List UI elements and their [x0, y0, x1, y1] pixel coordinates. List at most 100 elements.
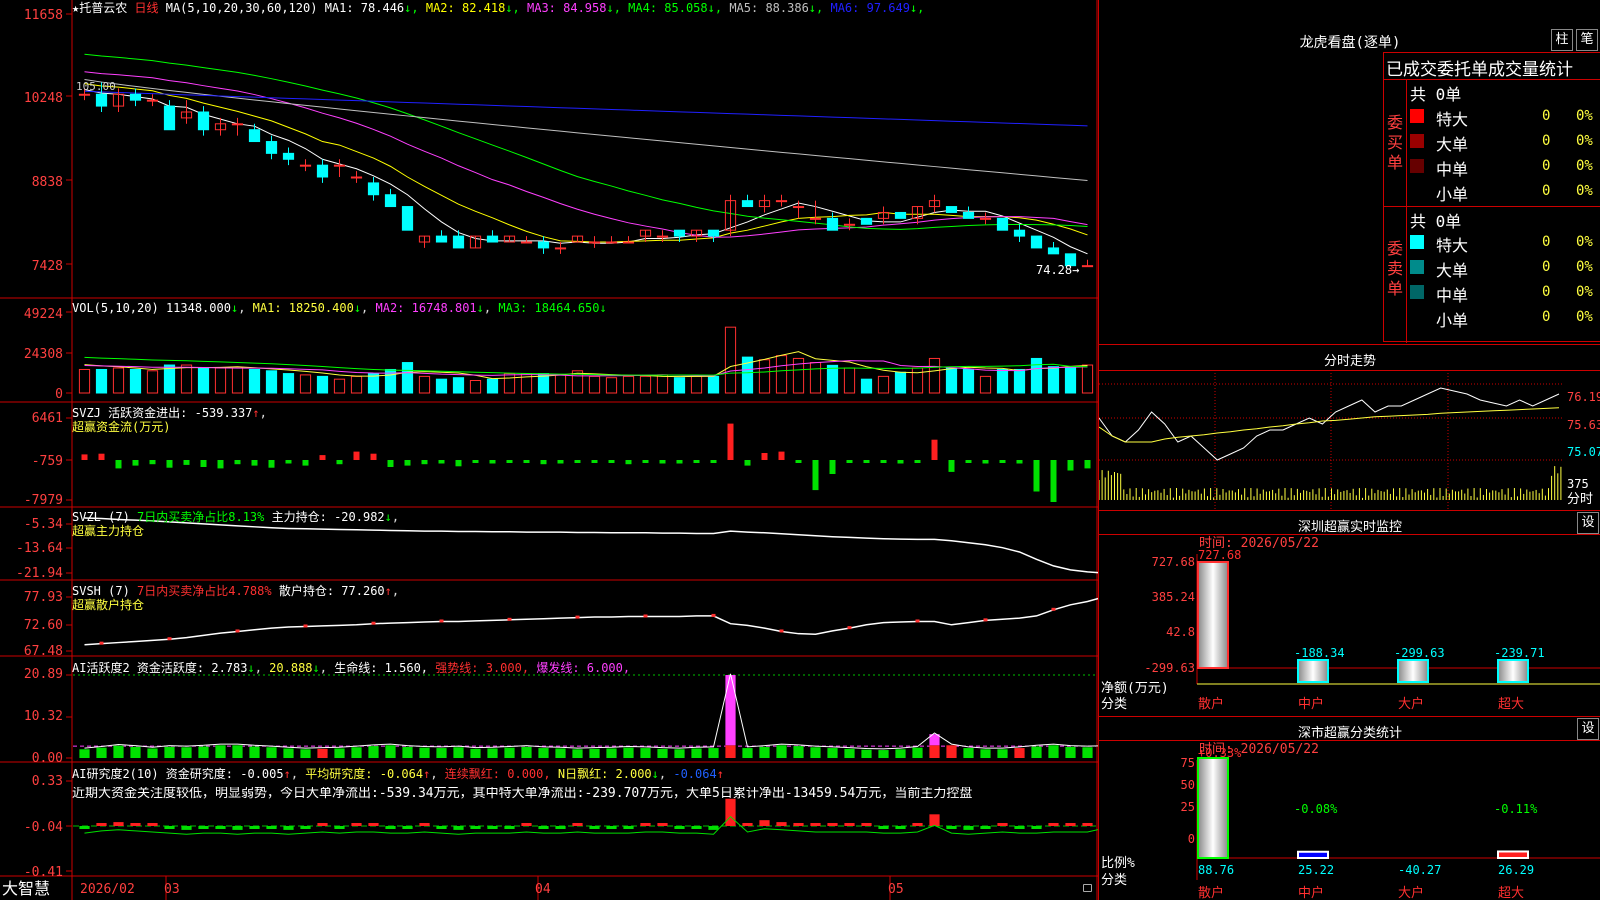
volume-bar [231, 367, 244, 394]
classify-ylabel: 比例% [1101, 856, 1135, 871]
ai1-bar [980, 749, 991, 758]
lock-icon[interactable] [1083, 884, 1092, 892]
svzj-bar [472, 460, 479, 463]
svzl-axis-2: -13.64 [16, 541, 63, 556]
svzj-bar [421, 460, 428, 465]
volume-bar [622, 375, 635, 394]
svzj-bar [744, 460, 751, 466]
tick-view-button[interactable]: 笔 [1576, 29, 1598, 51]
order-type: 小单 [1436, 311, 1469, 330]
ai1-bar [657, 748, 668, 758]
classify-category: 大户 [1398, 885, 1424, 900]
ai1-bar [878, 750, 889, 758]
ai1-bar [96, 747, 107, 758]
bar-view-button[interactable]: 柱 [1551, 29, 1573, 51]
volume-bar [1081, 364, 1094, 394]
classify-bar [1497, 850, 1529, 860]
ai1-header: AI活跃度2 资金活跃度: 2.783↓, 20.888↓, 生命线: 1.56… [72, 661, 631, 675]
order-percent: 0% [1576, 309, 1593, 325]
monitor-xlabel: 分类 [1101, 697, 1128, 712]
ai1-axis-3: 0.00 [31, 751, 63, 766]
candle [792, 206, 805, 209]
ai1-bar [266, 747, 277, 758]
ai2-bar [198, 826, 209, 829]
ai1-bar [419, 747, 430, 758]
color-swatch [1410, 159, 1424, 173]
ai2-bar [963, 826, 974, 830]
brand-label: 大智慧 [2, 879, 51, 898]
ai2-bar [79, 826, 90, 829]
intraday-chart[interactable] [1099, 370, 1564, 510]
svsh-subtitle: 超赢散户持仓 [72, 598, 145, 612]
ai2-bar [810, 823, 821, 826]
candle [129, 93, 142, 101]
vol-header: VOL(5,10,20) 11348.000↓, MA1: 18250.400↓… [72, 301, 607, 315]
svsh-marker [439, 619, 444, 623]
classify-axis-label: 0 [1188, 832, 1195, 846]
monitor-axis-label: 727.68 [1152, 555, 1195, 569]
ai1-bar [283, 748, 294, 758]
ai2-bar [997, 823, 1008, 826]
classify-settings-button[interactable]: 设 [1577, 718, 1599, 740]
ai1-bar [521, 746, 532, 758]
order-row: 特大 0 0% [1408, 231, 1600, 255]
volume-bar [1030, 357, 1043, 394]
main-chart-svg[interactable] [0, 0, 1098, 900]
monitor-value-label: -299.63 [1394, 646, 1445, 660]
ai2-bar [555, 826, 566, 829]
sell-total: 共 0单 [1410, 212, 1462, 231]
monitor-bar [1397, 659, 1429, 683]
ai2-header: AI研究度2(10) 资金研究度: -0.005↑, 平均研究度: -0.064… [72, 767, 724, 781]
volume-bar [724, 326, 737, 394]
ai2-bar [453, 826, 464, 830]
volume-bar [911, 367, 924, 394]
order-row: 中单 0 0% [1408, 281, 1600, 305]
candle [605, 241, 618, 244]
order-row: 小单 0 0% [1408, 306, 1600, 330]
svzj-bar [217, 460, 224, 469]
ai2-axis-1: 0.33 [31, 774, 63, 789]
svzj-bar [608, 460, 615, 463]
candle [554, 247, 567, 250]
svzj-bar [149, 460, 156, 465]
svzl-axis-3: -21.94 [16, 566, 63, 581]
candle [486, 235, 499, 243]
candle [78, 93, 91, 96]
ai1-bar [113, 745, 124, 758]
ai2-axis-2: -0.04 [23, 820, 63, 835]
stock-name: 托普云农 [79, 1, 128, 15]
svsh-axis-3: 67.48 [23, 644, 63, 659]
svzj-bar [931, 439, 938, 460]
ai2-bar [657, 823, 668, 826]
monitor-settings-button[interactable]: 设 [1577, 512, 1599, 534]
ai2-bar [776, 822, 787, 826]
volume-bar [639, 375, 652, 394]
monitor-axis-label: -299.63 [1144, 661, 1195, 675]
ai1-bar [776, 745, 787, 758]
candle [673, 229, 686, 237]
volume-bar [503, 373, 516, 394]
monitor-value-label: 727.68 [1198, 548, 1241, 562]
ai1-bar [79, 749, 90, 758]
ma-line-4 [84, 53, 1088, 230]
monitor-category: 大户 [1398, 696, 1424, 712]
ai1-bar [759, 746, 770, 758]
ai1-bar [1014, 748, 1025, 758]
ai1-bar [810, 747, 821, 758]
order-count: 0 [1542, 158, 1551, 174]
ai2-bar [147, 823, 158, 826]
ai2-bar [283, 826, 294, 830]
classify-top-label: +0.33% [1198, 746, 1242, 760]
svzj-bar [506, 460, 513, 463]
classify-bar [1297, 850, 1329, 859]
volume-bar [333, 378, 346, 394]
period-label[interactable]: 日线 [134, 1, 158, 15]
order-row: 小单 0 0% [1408, 180, 1600, 204]
order-percent: 0% [1576, 284, 1593, 300]
ai2-bar [946, 826, 957, 829]
ai1-bar [861, 749, 872, 758]
ma-line-5 [84, 78, 1088, 182]
candle [1047, 247, 1060, 255]
volume-bar [401, 362, 414, 394]
ai1-bar [742, 748, 753, 758]
